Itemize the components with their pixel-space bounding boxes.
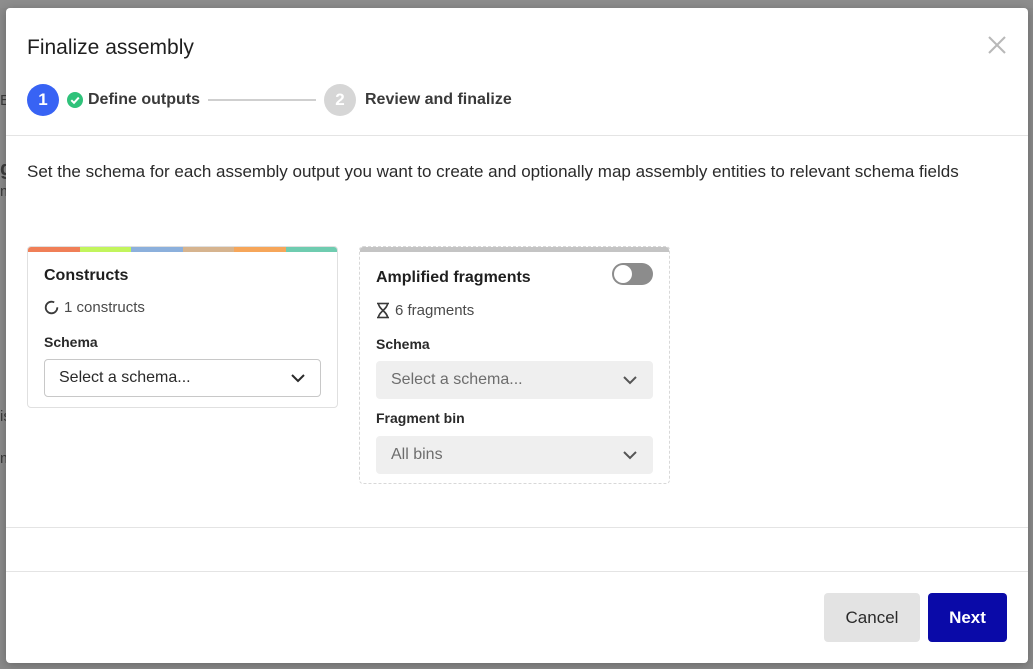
fragments-title: Amplified fragments bbox=[376, 269, 531, 286]
fragment-bin-select[interactable]: All bins bbox=[376, 436, 653, 474]
next-button[interactable]: Next bbox=[928, 593, 1007, 642]
fragments-colorbar bbox=[360, 247, 669, 252]
fragments-count-text: 6 fragments bbox=[395, 302, 475, 319]
constructs-colorbar bbox=[28, 247, 337, 252]
constructs-schema-select[interactable]: Select a schema... bbox=[44, 359, 321, 397]
footer-divider bbox=[6, 571, 1028, 572]
chevron-down-icon bbox=[623, 376, 637, 385]
step-connector bbox=[208, 99, 316, 101]
fragments-count: 6 fragments bbox=[376, 302, 474, 319]
fragments-schema-label: Schema bbox=[376, 336, 430, 352]
step-1-indicator[interactable]: 1 bbox=[27, 84, 59, 116]
finalize-assembly-dialog: Finalize assembly 1 Define outputs 2 Rev… bbox=[6, 8, 1028, 663]
chevron-down-icon bbox=[623, 451, 637, 460]
check-circle-icon bbox=[67, 92, 83, 108]
dna-helix-icon bbox=[377, 302, 389, 319]
constructs-schema-placeholder: Select a schema... bbox=[59, 369, 191, 386]
constructs-output-card: Constructs 1 constructs Schema Select a … bbox=[27, 246, 338, 408]
chevron-down-icon bbox=[291, 374, 305, 383]
header-divider bbox=[6, 135, 1028, 136]
instructions-text: Set the schema for each assembly output … bbox=[27, 162, 959, 181]
fragments-schema-placeholder: Select a schema... bbox=[391, 371, 523, 388]
fragments-output-card: Amplified fragments 6 fragments Schema S… bbox=[359, 246, 670, 484]
step-1-label[interactable]: Define outputs bbox=[88, 91, 200, 109]
fragments-schema-select[interactable]: Select a schema... bbox=[376, 361, 653, 399]
close-icon[interactable] bbox=[986, 34, 1008, 56]
constructs-count-text: 1 constructs bbox=[64, 299, 145, 316]
fragment-bin-label: Fragment bin bbox=[376, 410, 465, 426]
circular-plasmid-icon bbox=[44, 300, 59, 315]
constructs-schema-label: Schema bbox=[44, 334, 98, 350]
toggle-knob bbox=[614, 265, 632, 283]
background-app-strip bbox=[0, 0, 1033, 8]
fragment-bin-value: All bins bbox=[391, 446, 443, 463]
step-2-indicator[interactable]: 2 bbox=[324, 84, 356, 116]
step-2-label[interactable]: Review and finalize bbox=[365, 91, 512, 109]
constructs-title: Constructs bbox=[44, 267, 129, 284]
dialog-title: Finalize assembly bbox=[27, 36, 194, 59]
stepper: 1 Define outputs 2 Review and finalize bbox=[27, 84, 512, 116]
cancel-button[interactable]: Cancel bbox=[824, 593, 920, 642]
constructs-count: 1 constructs bbox=[44, 299, 145, 316]
content-divider bbox=[6, 527, 1028, 528]
fragments-enable-toggle[interactable] bbox=[612, 263, 653, 285]
